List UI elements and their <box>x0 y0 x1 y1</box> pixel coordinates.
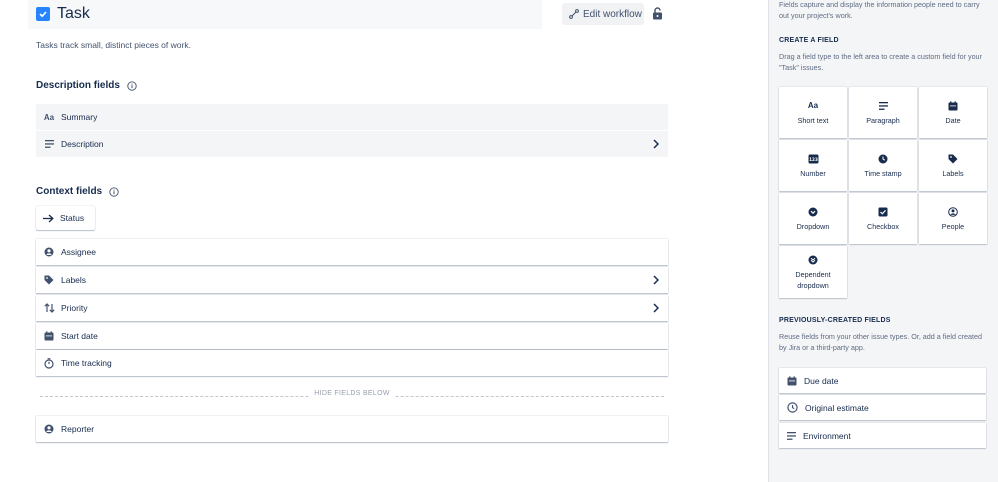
field-type-label: People <box>941 221 965 231</box>
field-type-labels[interactable]: Labels <box>919 140 987 191</box>
field-label: Assignee <box>61 247 96 257</box>
field-row-priority[interactable]: Priority <box>36 295 668 321</box>
issue-type-description: Tasks track small, distinct pieces of wo… <box>36 40 191 50</box>
previously-created-heading: PREVIOUSLY-CREATED FIELDS <box>779 317 891 324</box>
hide-fields-text: HIDE FIELDS BELOW <box>310 390 394 397</box>
field-type-label: Time stamp <box>864 168 902 178</box>
priority-icon <box>43 302 55 314</box>
arrow-right-icon <box>43 214 54 223</box>
sidebar-intro: Fields capture and display the informati… <box>779 0 980 20</box>
edit-workflow-label: Edit workflow <box>583 8 642 20</box>
prev-field-label: Original estimate <box>805 402 869 413</box>
field-type-label: Short text <box>797 115 829 125</box>
person-icon <box>948 206 958 218</box>
clock-icon <box>878 153 888 165</box>
field-type-label: Date <box>945 115 961 125</box>
field-row-assignee[interactable]: Assignee <box>36 239 668 265</box>
previously-created-description: Reuse fields from your other issue types… <box>779 332 982 352</box>
info-icon[interactable] <box>127 80 137 91</box>
field-type-label: Paragraph <box>866 115 900 125</box>
workflow-icon <box>569 9 579 19</box>
field-row-start-date[interactable]: Start date <box>36 323 668 349</box>
field-label: Labels <box>61 275 87 285</box>
prev-field-environment[interactable]: Environment <box>779 423 986 448</box>
prev-field-due-date[interactable]: Due date <box>779 368 986 393</box>
field-type-label: Dropdown <box>796 221 830 231</box>
status-label: Status <box>60 213 85 223</box>
field-type-label: Number <box>800 168 826 178</box>
title-bar <box>28 0 542 29</box>
dependent-dropdown-icon <box>808 254 818 266</box>
unlock-icon[interactable] <box>652 7 663 20</box>
create-field-heading: CREATE A FIELD <box>779 37 839 44</box>
field-type-paragraph[interactable]: Paragraph <box>849 87 917 138</box>
field-type-date[interactable]: Date <box>919 87 987 138</box>
paragraph-icon <box>787 431 796 440</box>
edit-workflow-button[interactable]: Edit workflow <box>562 3 644 25</box>
number-icon: 123 <box>808 153 819 165</box>
checkbox-icon <box>878 206 888 218</box>
stopwatch-icon <box>43 357 55 369</box>
svg-text:123: 123 <box>809 156 818 161</box>
task-type-icon <box>36 7 50 21</box>
tag-icon <box>43 274 55 286</box>
field-label: Time tracking <box>61 358 112 368</box>
calendar-icon <box>787 375 797 386</box>
hide-fields-label: HIDE FIELDS BELOW <box>0 390 704 397</box>
main-panel: Task Edit workflow Tasks track small, di… <box>0 0 768 482</box>
create-field-description: Drag a field type to the left area to cr… <box>779 52 982 72</box>
context-fields-heading: Context fields <box>36 186 119 197</box>
field-type-short-text[interactable]: Aa Short text <box>779 87 847 138</box>
field-type-label: Checkbox <box>867 221 899 231</box>
calendar-icon <box>43 330 55 342</box>
dropdown-icon <box>808 206 818 218</box>
field-label: Reporter <box>61 424 95 434</box>
field-type-checkbox[interactable]: Checkbox <box>849 193 917 244</box>
info-icon[interactable] <box>109 186 119 197</box>
field-row-time-tracking[interactable]: Time tracking <box>36 350 668 376</box>
field-label: Start date <box>61 331 98 341</box>
clock-outline-icon <box>787 402 798 413</box>
field-type-dependent-dropdown[interactable]: Dependent dropdown <box>779 246 847 298</box>
field-type-number[interactable]: 123 Number <box>779 140 847 191</box>
field-row-summary[interactable]: Aa Summary <box>36 104 668 130</box>
page-title: Task <box>57 5 90 22</box>
paragraph-icon <box>43 138 55 150</box>
field-label: Priority <box>61 303 88 313</box>
field-type-label: Labels <box>942 168 964 178</box>
person-icon <box>43 423 55 435</box>
person-icon <box>43 246 55 258</box>
field-type-dropdown[interactable]: Dropdown <box>779 193 847 244</box>
prev-field-original-estimate[interactable]: Original estimate <box>779 395 986 420</box>
prev-field-label: Environment <box>803 430 851 441</box>
short-text-icon: Aa <box>43 112 55 122</box>
field-type-label: Dependent dropdown <box>795 269 831 290</box>
context-fields-title: Context fields <box>36 186 103 197</box>
description-fields-heading: Description fields <box>36 80 137 91</box>
field-type-time-stamp[interactable]: Time stamp <box>849 140 917 191</box>
tag-icon <box>948 153 958 165</box>
chevron-right-icon[interactable] <box>653 303 659 313</box>
prev-field-label: Due date <box>804 375 839 386</box>
short-text-icon: Aa <box>807 101 819 110</box>
description-fields-title: Description fields <box>36 80 120 91</box>
chevron-right-icon[interactable] <box>653 275 659 285</box>
field-row-reporter[interactable]: Reporter <box>36 416 668 442</box>
paragraph-icon <box>878 100 888 112</box>
chevron-right-icon[interactable] <box>653 139 659 149</box>
field-row-description[interactable]: Description <box>36 131 668 157</box>
field-label: Description <box>61 139 104 149</box>
status-field[interactable]: Status <box>36 206 95 230</box>
field-label: Summary <box>61 112 98 122</box>
field-type-people[interactable]: People <box>919 193 987 244</box>
calendar-icon <box>948 100 958 112</box>
field-row-labels[interactable]: Labels <box>36 267 668 293</box>
